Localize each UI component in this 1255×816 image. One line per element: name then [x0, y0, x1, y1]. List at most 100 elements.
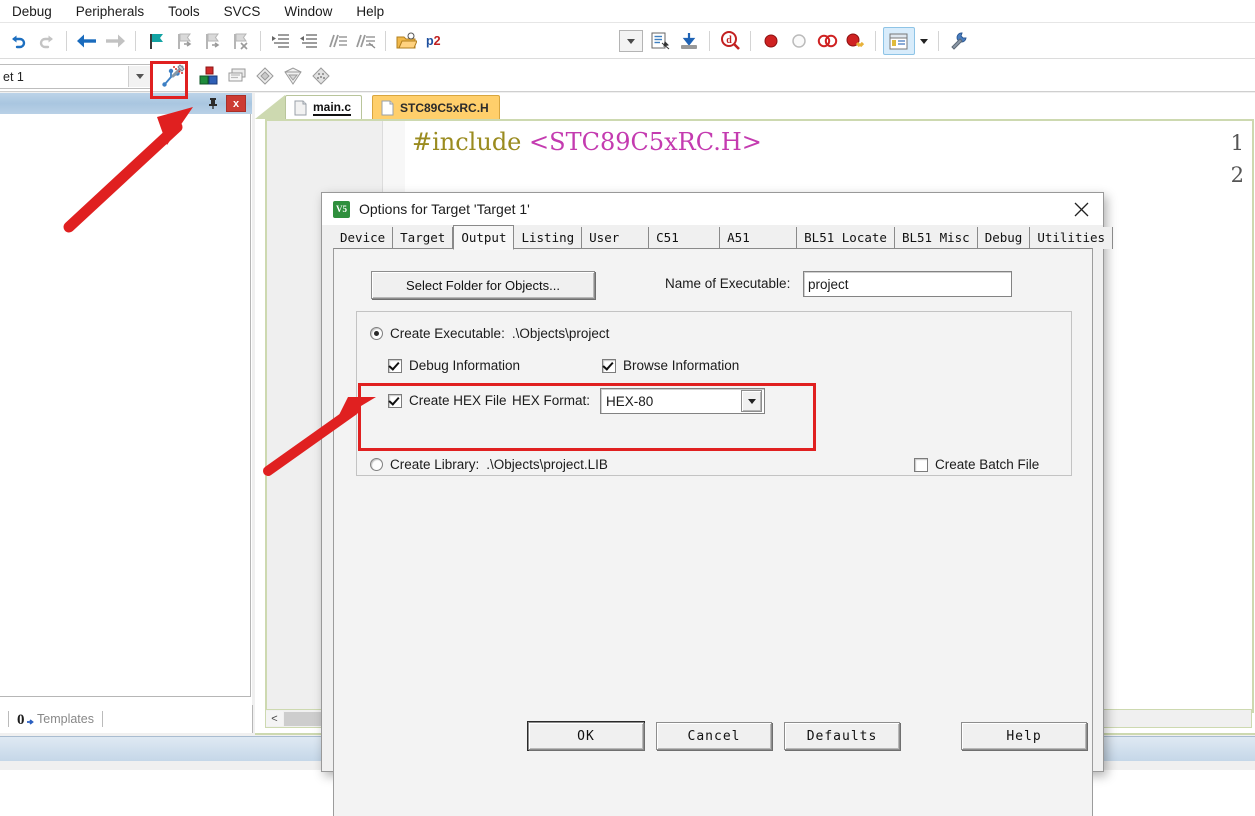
- browse-information-option[interactable]: Browse Information: [602, 358, 739, 373]
- document-tab-stc89c5xrc-h[interactable]: STC89C5xRC.H: [372, 95, 500, 120]
- dialog-tab-device[interactable]: Device: [333, 227, 394, 249]
- close-icon[interactable]: x: [226, 95, 246, 112]
- disable-breakpoint-icon[interactable]: [786, 28, 812, 54]
- comment-icon[interactable]: [324, 28, 350, 54]
- main-toolbar: p2 d: [0, 23, 1255, 59]
- undo-icon[interactable]: [5, 28, 31, 54]
- target-selector-dropdown[interactable]: [618, 30, 643, 52]
- create-batch-file-option[interactable]: Create Batch File: [914, 457, 1039, 472]
- hex-format-value: HEX-80: [606, 393, 654, 409]
- manage-project-items-icon[interactable]: [196, 63, 222, 89]
- svg-text:d: d: [726, 35, 732, 46]
- dialog-tab-output[interactable]: Output: [453, 225, 515, 250]
- uncomment-icon[interactable]: [352, 28, 378, 54]
- name-of-executable-field[interactable]: project: [803, 271, 1012, 297]
- manage-runtime-icon[interactable]: [308, 63, 334, 89]
- screen-root: Debug Peripherals Tools SVCS Window Help: [0, 0, 1255, 816]
- indent-increase-icon[interactable]: [268, 28, 294, 54]
- target-select-value: et 1: [3, 69, 24, 84]
- menu-bar: Debug Peripherals Tools SVCS Window Help: [0, 0, 1255, 23]
- pin-icon[interactable]: [204, 95, 222, 112]
- create-executable-radio[interactable]: [370, 327, 383, 340]
- cancel-button[interactable]: Cancel: [656, 722, 772, 750]
- create-hex-file-label: Create HEX File: [409, 393, 507, 408]
- help-button[interactable]: Help: [961, 722, 1087, 750]
- create-library-label: Create Library:: [390, 457, 480, 472]
- bookmark-prev-icon[interactable]: [171, 28, 197, 54]
- menu-item-debug[interactable]: Debug: [0, 0, 64, 23]
- hex-format-dropdown-arrow[interactable]: [741, 390, 762, 412]
- menu-item-peripherals[interactable]: Peripherals: [64, 0, 156, 23]
- dialog-tab-listing[interactable]: Listing: [514, 227, 583, 249]
- create-library-radio[interactable]: [370, 458, 383, 471]
- build-target-icon[interactable]: [648, 28, 674, 54]
- select-folder-for-objects-button[interactable]: Select Folder for Objects...: [371, 271, 595, 299]
- bookmark-toggle-icon[interactable]: [143, 28, 169, 54]
- debug-information-checkbox[interactable]: [388, 358, 402, 373]
- file-c-icon: [294, 100, 307, 116]
- window-panel-icon[interactable]: [882, 27, 915, 55]
- code-include-keyword: #include: [412, 128, 522, 156]
- batch-build-icon[interactable]: [224, 63, 250, 89]
- toolbar-divider: [937, 31, 939, 51]
- menu-item-tools[interactable]: Tools: [156, 0, 212, 23]
- disable-all-breakpoints-icon[interactable]: [842, 28, 868, 54]
- bookmark-clear-icon[interactable]: [227, 28, 253, 54]
- configure-icon[interactable]: [946, 28, 972, 54]
- menu-item-window[interactable]: Window: [272, 0, 344, 23]
- dialog-tab-user[interactable]: User: [582, 227, 650, 249]
- ok-button[interactable]: OK: [528, 722, 644, 750]
- menu-item-help[interactable]: Help: [344, 0, 396, 23]
- window-panel-dropdown[interactable]: [917, 28, 931, 54]
- dialog-title: Options for Target 'Target 1': [359, 201, 530, 217]
- indent-decrease-icon[interactable]: [296, 28, 322, 54]
- document-tab-main-c[interactable]: main.c: [285, 95, 363, 120]
- menu-item-svcs[interactable]: SVCS: [212, 0, 273, 23]
- pack-installer-icon[interactable]: [280, 63, 306, 89]
- navigate-back-icon[interactable]: [74, 28, 100, 54]
- navigate-forward-icon[interactable]: [102, 28, 128, 54]
- dialog-tab-utilities[interactable]: Utilities: [1030, 227, 1114, 249]
- dialog-tab-debug[interactable]: Debug: [977, 227, 1031, 249]
- bottom-tab-templates[interactable]: 0 Templates: [17, 711, 94, 727]
- document-tabstrip: main.c STC89C5xRC.H: [255, 93, 1255, 120]
- code-include-header: <STC89C5xRC.H>: [529, 128, 762, 156]
- target-select-arrow[interactable]: [128, 66, 151, 87]
- dialog-tab-c51[interactable]: C51: [649, 227, 721, 249]
- create-library-option[interactable]: Create Library: .\Objects\project.LIB: [370, 457, 608, 472]
- dialog-tab-bl51-locate[interactable]: BL51 Locate: [797, 227, 895, 249]
- kill-all-breakpoints-icon[interactable]: [814, 28, 840, 54]
- target-select[interactable]: et 1: [0, 64, 152, 89]
- insert-breakpoint-icon[interactable]: [758, 28, 784, 54]
- browse-information-checkbox[interactable]: [602, 358, 616, 373]
- project-name-part1: p: [426, 34, 434, 48]
- find-in-files-icon[interactable]: d: [717, 28, 743, 54]
- dialog-tab-bl51-misc[interactable]: BL51 Misc: [894, 227, 978, 249]
- templates-icon: 0: [17, 712, 34, 727]
- line-number-2: 2: [1230, 163, 1244, 187]
- create-hex-file-checkbox[interactable]: [388, 393, 402, 408]
- bookmark-next-icon[interactable]: [199, 28, 225, 54]
- create-executable-option[interactable]: Create Executable: .\Objects\project: [370, 326, 609, 341]
- download-icon[interactable]: [676, 28, 702, 54]
- debug-information-option[interactable]: Debug Information: [388, 358, 520, 373]
- open-project-icon[interactable]: [393, 28, 419, 54]
- dialog-tab-target[interactable]: Target: [393, 227, 454, 249]
- redo-icon[interactable]: [33, 28, 59, 54]
- multi-project-icon[interactable]: [252, 63, 278, 89]
- hex-format-select[interactable]: HEX-80: [600, 388, 765, 414]
- build-toolbar: et 1: [0, 59, 1255, 92]
- dialog-close-icon[interactable]: [1059, 193, 1103, 225]
- defaults-button[interactable]: Defaults: [784, 722, 900, 750]
- scroll-left-icon[interactable]: <: [266, 711, 283, 726]
- code-line-1: #include <STC89C5xRC.H>: [412, 128, 762, 156]
- create-batch-file-checkbox[interactable]: [914, 457, 928, 472]
- options-for-target-icon[interactable]: [160, 63, 186, 89]
- dialog-titlebar: V5 Options for Target 'Target 1': [322, 193, 1103, 225]
- project-panel: x: [0, 93, 252, 705]
- document-tab-stc89c5xrc-h-label: STC89C5xRC.H: [400, 101, 489, 115]
- create-hex-file-option[interactable]: Create HEX File: [388, 393, 507, 408]
- dialog-tab-a51[interactable]: A51: [720, 227, 798, 249]
- name-of-executable-value: project: [808, 276, 849, 292]
- project-tree[interactable]: [0, 114, 251, 697]
